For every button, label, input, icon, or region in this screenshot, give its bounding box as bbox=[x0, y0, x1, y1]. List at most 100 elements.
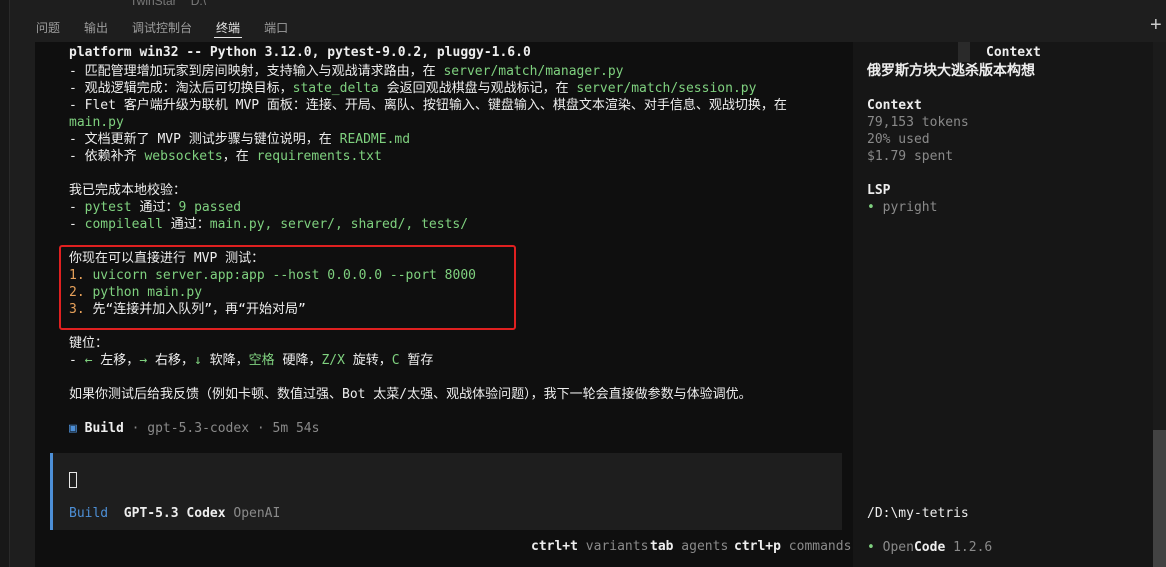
keys-line: - ← 左移，→ 右移，↓ 软降，空格 硬降，Z/X 旋转，C 暂存 bbox=[69, 352, 433, 369]
lsp-heading: LSP bbox=[867, 183, 891, 198]
step-line: 1. uvicorn server.app:app --host 0.0.0.0… bbox=[69, 267, 476, 284]
tab-problems[interactable]: 问题 bbox=[24, 16, 72, 38]
context-tokens: 79,153 tokens bbox=[867, 115, 969, 130]
input-model[interactable]: GPT-5.3 Codex bbox=[124, 506, 226, 521]
check-line: - compileall 通过：main.py, server/, shared… bbox=[69, 217, 469, 232]
file-path: server/match/manager.py bbox=[443, 64, 624, 79]
shortcut-key: ctrl+p bbox=[734, 539, 781, 554]
arrow-right-icon: → bbox=[139, 353, 148, 368]
file-path: README.md bbox=[339, 132, 411, 147]
bullet-line: - 文档更新了 MVP 测试步骤与键位说明，在 README.md bbox=[69, 131, 410, 148]
keys-dash: - bbox=[69, 353, 85, 368]
bullet-line: - 匹配管理增加玩家到房间映射，支持输入与观战请求路由，在 server/mat… bbox=[69, 63, 624, 80]
build-square-icon: ▣ bbox=[69, 421, 77, 436]
shortcut-label: agents bbox=[673, 539, 729, 554]
key-label: 左移， bbox=[92, 353, 140, 368]
mvp-title: 你现在可以直接进行 MVP 测试： bbox=[69, 251, 265, 266]
panel-tabs: 问题 输出 调试控制台 终端 端口 bbox=[24, 16, 300, 38]
key-label: 暂存 bbox=[399, 353, 434, 368]
context-heading: Context bbox=[867, 98, 922, 113]
brand-line: • OpenCode 1.2.6 bbox=[867, 539, 992, 556]
lsp-item: • pyright bbox=[867, 199, 937, 216]
shortcut-key: ctrl+t bbox=[531, 539, 578, 554]
step-command: python main.py bbox=[92, 285, 203, 300]
check-command: pytest bbox=[84, 200, 132, 215]
feedback-text: 如果你测试后给我反馈（例如卡顿、数值过强、Bot 太菜/太强、观战体验问题），我… bbox=[69, 387, 752, 402]
key-space: 空格 bbox=[248, 353, 275, 368]
key-c: C bbox=[391, 353, 400, 368]
key-label: 软降， bbox=[201, 353, 249, 368]
step-text: 先“连接并加入队列”，再“开始对局” bbox=[92, 302, 306, 317]
bullet-line: - 观战逻辑完成：淘汰后可切换目标，state_delta 会返回观战棋盘与观战… bbox=[69, 80, 756, 97]
tab-output[interactable]: 输出 bbox=[72, 16, 120, 38]
brand-open: Open bbox=[882, 540, 914, 555]
brand-code: Code bbox=[913, 540, 946, 555]
bullet-text: - 匹配管理增加玩家到房间映射，支持输入与观战请求路由，在 bbox=[69, 64, 444, 79]
check-line: - pytest 通过：9 passed bbox=[69, 200, 242, 215]
tab-debug-console[interactable]: 调试控制台 bbox=[120, 16, 204, 38]
shortcut-commands[interactable]: ctrl+p commands bbox=[734, 539, 851, 554]
step-line: 3. 先“连接并加入队列”，再“开始对局” bbox=[69, 301, 306, 318]
key-zx: Z/X bbox=[321, 353, 345, 368]
sidebar-scroll-handle[interactable] bbox=[958, 42, 970, 62]
build-mode: Build bbox=[84, 421, 124, 436]
tab-terminal[interactable]: 终端 bbox=[204, 16, 252, 38]
key-label: 硬降， bbox=[274, 353, 322, 368]
shortcut-agents[interactable]: tab agents bbox=[650, 539, 728, 554]
session-title: 俄罗斯方块大逃杀版本构想 bbox=[867, 63, 1035, 79]
build-status: ▣ Build · gpt-5.3-codex · 5m 54s bbox=[69, 420, 319, 437]
check-command: compileall bbox=[84, 217, 163, 232]
shortcut-key: tab bbox=[650, 539, 674, 554]
text-cursor bbox=[69, 472, 77, 488]
check-title: 我已完成本地校验： bbox=[69, 183, 187, 198]
check-label: 通过： bbox=[131, 200, 179, 215]
bullet-text: 会返回观战棋盘与观战标记，在 bbox=[378, 81, 577, 96]
key-label: 右移， bbox=[147, 353, 194, 368]
context-spent: $1.79 spent bbox=[867, 149, 954, 164]
project-path: /D:\my-tetris bbox=[867, 506, 969, 521]
step-number: 3. bbox=[69, 302, 85, 317]
build-meta: · gpt-5.3-codex · 5m 54s bbox=[123, 421, 320, 436]
step-number: 2. bbox=[69, 285, 85, 300]
editor-tab-ghost: TwinStar D:\ bbox=[130, 0, 220, 8]
code-token: websockets bbox=[144, 149, 223, 164]
input-meta: Build GPT-5.3 Codex OpenAI bbox=[69, 505, 280, 522]
step-number: 1. bbox=[69, 268, 85, 283]
bullet-line: - Flet 客户端升级为联机 MVP 面板：连接、开局、离队、按钮输入、键盘输… bbox=[69, 98, 787, 113]
keys-title: 键位： bbox=[69, 336, 109, 351]
ghost-right: D:\ bbox=[190, 0, 207, 8]
lsp-name: pyright bbox=[874, 200, 938, 215]
file-path: server/match/session.py bbox=[576, 81, 757, 96]
bullet-text: - 观战逻辑完成：淘汰后可切换目标， bbox=[69, 81, 293, 96]
file-path: requirements.txt bbox=[256, 149, 382, 164]
code-token: state_delta bbox=[292, 81, 379, 96]
activity-strip bbox=[0, 0, 10, 567]
scrollbar-thumb[interactable] bbox=[1153, 430, 1166, 567]
bullet-text: - 依赖补齐 bbox=[69, 149, 145, 164]
bullet-text: - 文档更新了 MVP 测试步骤与键位说明，在 bbox=[69, 132, 340, 147]
shortcut-label: variants bbox=[577, 539, 649, 554]
bullet-text: ，在 bbox=[222, 149, 257, 164]
tab-ports[interactable]: 端口 bbox=[252, 16, 300, 38]
input-provider: OpenAI bbox=[233, 506, 281, 521]
sidebar-top-label: Context bbox=[986, 45, 1041, 60]
check-result: 9 passed bbox=[178, 200, 242, 215]
bullet-line: - 依赖补齐 websockets，在 requirements.txt bbox=[69, 148, 382, 165]
status-dot-icon: • bbox=[867, 540, 875, 555]
shortcut-label: commands bbox=[780, 539, 852, 554]
context-used: 20% used bbox=[867, 132, 930, 147]
arrow-down-icon: ↓ bbox=[193, 353, 202, 368]
step-line: 2. python main.py bbox=[69, 284, 202, 301]
check-result: main.py, server/, shared/, tests/ bbox=[209, 217, 469, 232]
file-path: main.py bbox=[69, 115, 124, 130]
ghost-left: TwinStar bbox=[130, 0, 177, 8]
version-label: 1.2.6 bbox=[945, 540, 993, 555]
input-mode[interactable]: Build bbox=[69, 506, 108, 521]
check-label: 通过： bbox=[162, 217, 210, 232]
key-label: 旋转， bbox=[344, 353, 392, 368]
shortcut-variants[interactable]: ctrl+t variants bbox=[531, 539, 648, 554]
platform-line: platform win32 -- Python 3.12.0, pytest-… bbox=[69, 45, 531, 60]
step-command: uvicorn server.app:app --host 0.0.0.0 --… bbox=[92, 268, 476, 283]
new-terminal-plus-icon[interactable]: + bbox=[1150, 14, 1162, 37]
status-dot-icon: • bbox=[867, 200, 875, 215]
